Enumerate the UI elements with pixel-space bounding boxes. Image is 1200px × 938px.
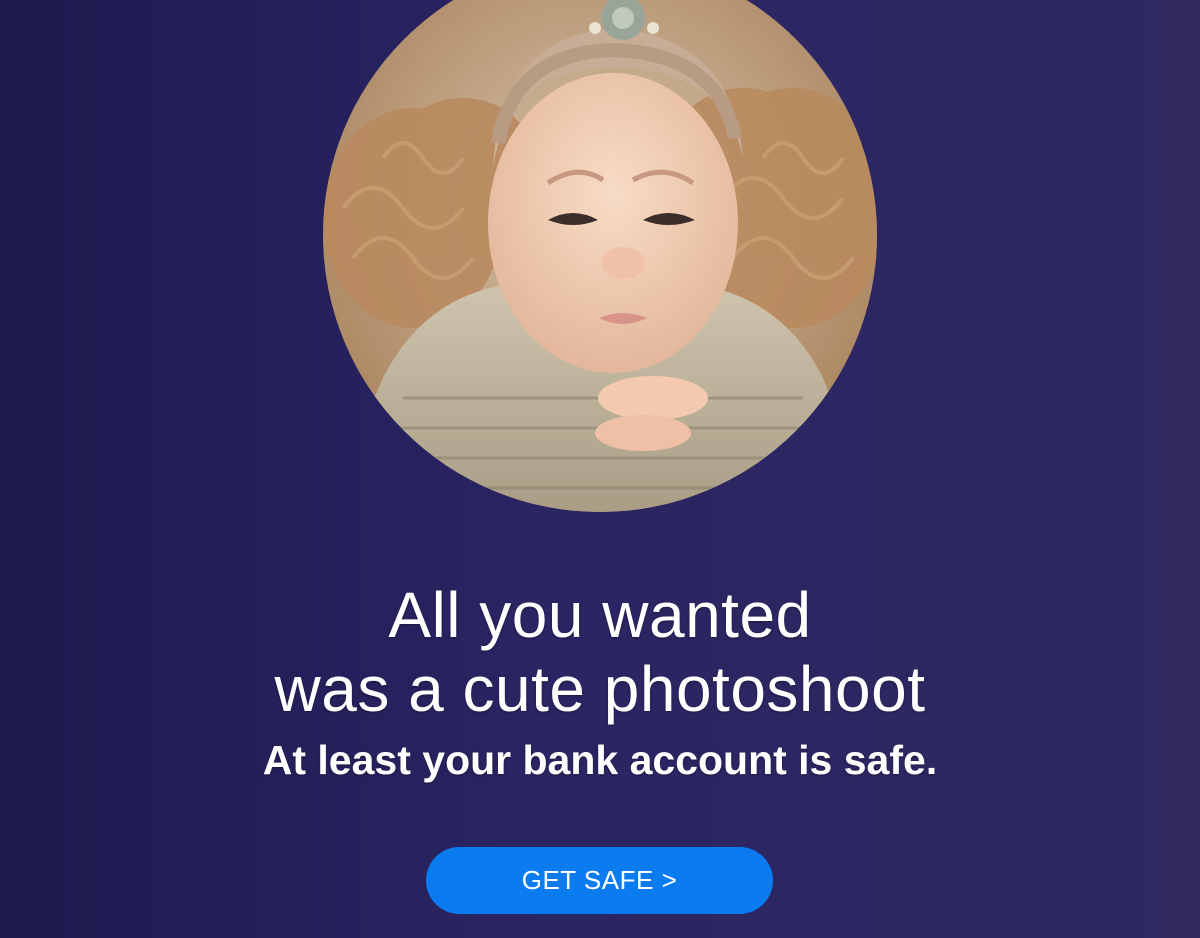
hero-photo	[323, 0, 877, 512]
headline-line-1: All you wanted	[388, 579, 812, 651]
get-safe-button[interactable]: GET SAFE >	[426, 847, 773, 914]
get-safe-button-label: GET SAFE >	[521, 865, 678, 895]
subheadline: At least your bank account is safe.	[262, 737, 938, 783]
headline-line-2: was a cute photoshoot	[274, 653, 926, 725]
newborn-photo-illustration	[323, 0, 877, 512]
